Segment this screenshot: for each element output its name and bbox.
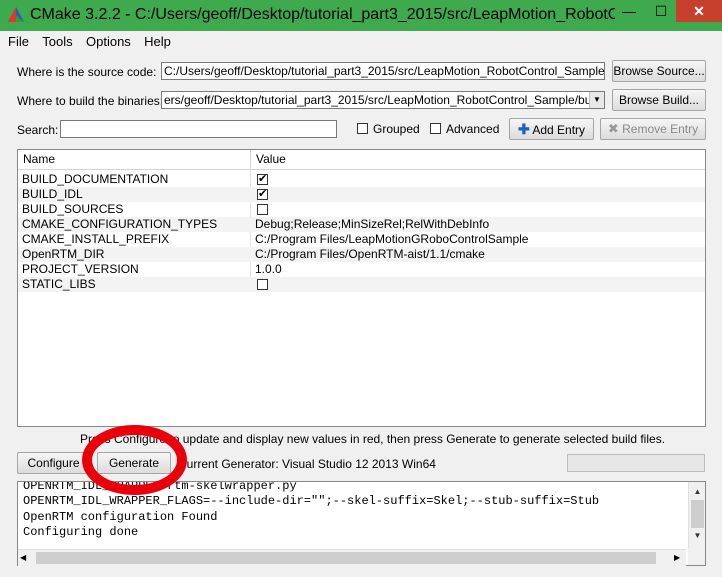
remove-entry-button[interactable]: ✖ Remove Entry bbox=[600, 118, 706, 140]
build-path-combobox[interactable]: ers/geoff/Desktop/tutorial_part3_2015/sr… bbox=[161, 91, 605, 109]
build-label: Where to build the binaries: bbox=[17, 94, 164, 108]
table-row[interactable]: BUILD_SOURCES bbox=[18, 202, 705, 217]
column-header-name[interactable]: Name bbox=[18, 150, 250, 169]
scroll-down-icon[interactable]: ▼ bbox=[689, 528, 705, 543]
annotation-circle bbox=[82, 425, 187, 495]
search-input[interactable] bbox=[60, 120, 337, 138]
scroll-thumb[interactable] bbox=[691, 500, 704, 528]
log-line: OPENRTM_IDL_WRAPPER_FLAGS=--include-dir=… bbox=[23, 494, 600, 508]
row-value: C:/Program Files/LeapMotionGRoboControlS… bbox=[255, 232, 529, 246]
browse-source-button[interactable]: Browse Source... bbox=[612, 60, 706, 82]
row-name: CMAKE_CONFIGURATION_TYPES bbox=[22, 217, 218, 231]
table-header: Name Value bbox=[18, 150, 705, 170]
table-row[interactable]: CMAKE_CONFIGURATION_TYPES Debug;Release;M… bbox=[18, 217, 705, 232]
chevron-down-icon[interactable]: ▼ bbox=[589, 92, 604, 108]
row-name: CMAKE_INSTALL_PREFIX bbox=[22, 232, 170, 246]
log-hscrollbar[interactable]: ◀ ▶ bbox=[18, 549, 686, 566]
advanced-label: Advanced bbox=[446, 122, 500, 136]
unchecked-checkbox[interactable] bbox=[257, 279, 268, 290]
build-path-value: ers/geoff/Desktop/tutorial_part3_2015/sr… bbox=[164, 93, 604, 107]
cache-table: Name Value BUILD_DOCUMENTATIONBUILD_IDLB… bbox=[17, 149, 706, 427]
scroll-corner bbox=[688, 548, 705, 565]
table-row[interactable]: CMAKE_INSTALL_PREFIX C:/Program Files/Lea… bbox=[18, 232, 705, 247]
window-title: CMake 3.2.2 - C:/Users/geoff/Desktop/tut… bbox=[30, 6, 615, 23]
add-entry-label: Add Entry bbox=[532, 123, 586, 137]
unchecked-checkbox[interactable] bbox=[257, 204, 268, 215]
scroll-up-icon[interactable]: ▲ bbox=[689, 484, 705, 499]
plus-icon: ✚ bbox=[517, 121, 530, 137]
row-value: C:/Program Files/OpenRTM-aist/1.1/cmake bbox=[255, 247, 485, 261]
menu-file[interactable]: File bbox=[8, 34, 29, 49]
minimize-button[interactable]: — bbox=[612, 0, 646, 22]
title-bar[interactable]: CMake 3.2.2 - C:/Users/geoff/Desktop/tut… bbox=[0, 0, 722, 31]
table-row[interactable]: BUILD_IDL bbox=[18, 187, 705, 202]
table-row[interactable]: OpenRTM_DIR C:/Program Files/OpenRTM-aist… bbox=[18, 247, 705, 262]
scroll-right-icon[interactable]: ▶ bbox=[674, 550, 680, 566]
table-row[interactable]: PROJECT_VERSION 1.0.0 bbox=[18, 262, 705, 277]
checked-checkbox[interactable] bbox=[257, 172, 268, 187]
hscroll-thumb[interactable] bbox=[36, 552, 656, 564]
menu-bar: File Tools Options Help bbox=[8, 34, 181, 50]
configure-button[interactable]: Configure bbox=[17, 452, 90, 474]
grouped-label: Grouped bbox=[373, 122, 420, 136]
log-line: OpenRTM configuration Found bbox=[23, 510, 218, 524]
row-value: Debug;Release;MinSizeRel;RelWithDebInfo bbox=[255, 217, 490, 231]
row-name: OpenRTM_DIR bbox=[22, 247, 105, 261]
checked-checkbox[interactable] bbox=[257, 187, 268, 202]
menu-help[interactable]: Help bbox=[144, 34, 171, 49]
progress-bar bbox=[567, 454, 705, 472]
row-name: BUILD_IDL bbox=[22, 187, 83, 201]
advanced-checkbox[interactable] bbox=[430, 123, 441, 134]
cmake-logo-icon bbox=[8, 7, 24, 22]
source-path-field[interactable]: C:/Users/geoff/Desktop/tutorial_part3_20… bbox=[161, 62, 605, 80]
remove-icon: ✖ bbox=[607, 121, 619, 136]
row-name: STATIC_LIBS bbox=[22, 277, 96, 291]
row-name: BUILD_SOURCES bbox=[22, 202, 124, 216]
menu-options[interactable]: Options bbox=[86, 34, 131, 49]
grouped-checkbox[interactable] bbox=[357, 123, 368, 134]
row-name: BUILD_DOCUMENTATION bbox=[22, 172, 169, 186]
source-label: Where is the source code: bbox=[17, 65, 157, 79]
search-label: Search: bbox=[17, 123, 59, 137]
current-generator-label: Current Generator: Visual Studio 12 2013… bbox=[178, 457, 436, 471]
add-entry-button[interactable]: ✚ Add Entry bbox=[509, 118, 594, 140]
close-button[interactable]: ✕ bbox=[676, 0, 722, 22]
row-value: 1.0.0 bbox=[255, 262, 282, 276]
scroll-left-icon[interactable]: ◀ bbox=[20, 550, 26, 566]
table-row[interactable]: STATIC_LIBS bbox=[18, 277, 705, 292]
menu-tools[interactable]: Tools bbox=[42, 34, 72, 49]
browse-build-button[interactable]: Browse Build... bbox=[612, 89, 706, 111]
row-name: PROJECT_VERSION bbox=[22, 262, 139, 276]
remove-entry-label: Remove Entry bbox=[622, 122, 699, 136]
maximize-button[interactable]: ☐ bbox=[646, 0, 676, 22]
table-row[interactable]: BUILD_DOCUMENTATION bbox=[18, 172, 705, 187]
column-header-value[interactable]: Value bbox=[251, 150, 705, 169]
log-line: Configuring done bbox=[23, 525, 139, 539]
